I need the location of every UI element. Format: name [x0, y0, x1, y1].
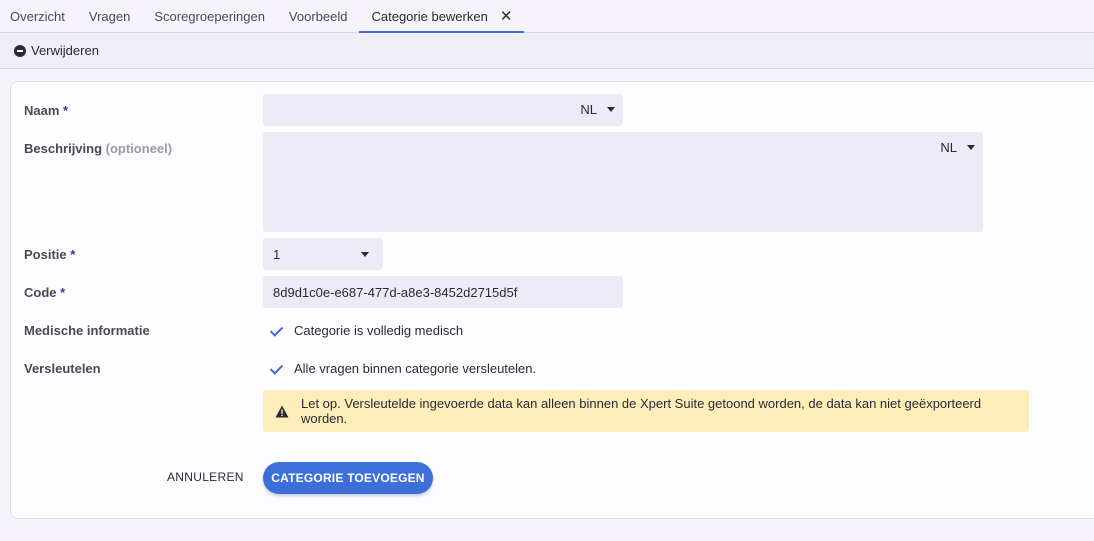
tab-categorie-bewerken[interactable]: Categorie bewerken ✕ [359, 0, 525, 33]
naam-label-text: Naam [24, 103, 60, 118]
encryption-warning: Let op. Versleutelde ingevoerde data kan… [263, 390, 1029, 432]
tab-voorbeeld[interactable]: Voorbeeld [277, 0, 360, 32]
code-label-text: Code [24, 285, 57, 300]
naam-input[interactable]: NL [263, 94, 623, 126]
delete-button[interactable]: Verwijderen [14, 43, 99, 58]
positie-label: Positie * [24, 247, 75, 262]
caret-down-icon [607, 107, 615, 112]
beschrijving-textarea[interactable]: NL [263, 132, 983, 232]
check-icon [271, 364, 285, 374]
medisch-checkbox-label: Categorie is volledig medisch [294, 323, 464, 338]
add-category-button[interactable]: CATEGORIE TOEVOEGEN [263, 462, 433, 494]
delete-label: Verwijderen [31, 43, 99, 58]
medische-informatie-label: Medische informatie [24, 323, 150, 338]
warning-triangle-icon [275, 405, 289, 418]
positie-label-text: Positie [24, 247, 67, 262]
language-value: NL [580, 102, 597, 117]
toolbar: Verwijderen [0, 33, 1094, 69]
required-mark: * [70, 247, 76, 262]
beschrijving-label: Beschrijving (optioneel) [24, 141, 172, 156]
naam-label: Naam * [24, 103, 68, 118]
versleutelen-checkbox-label: Alle vragen binnen categorie versleutele… [294, 361, 537, 376]
code-input[interactable]: 8d9d1c0e-e687-477d-a8e3-8452d2715d5f [263, 276, 623, 308]
code-value: 8d9d1c0e-e687-477d-a8e3-8452d2715d5f [273, 285, 518, 300]
check-icon [271, 326, 285, 336]
cancel-button[interactable]: ANNULEREN [167, 470, 244, 484]
warning-text: Let op. Versleutelde ingevoerde data kan… [301, 396, 982, 426]
tab-overzicht[interactable]: Overzicht [0, 0, 77, 32]
minus-circle-icon [14, 44, 26, 57]
tab-label: Voorbeeld [288, 8, 348, 24]
medisch-checkbox[interactable]: Categorie is volledig medisch [271, 323, 463, 338]
beschrijving-language-select[interactable]: NL [940, 140, 975, 155]
tab-label: Scoregroeperingen [154, 8, 265, 24]
code-label: Code * [24, 285, 65, 300]
versleutelen-label: Versleutelen [24, 361, 101, 376]
beschrijving-label-text: Beschrijving [24, 141, 103, 156]
required-mark: * [63, 103, 69, 118]
tab-label: Categorie bewerken [371, 8, 488, 24]
tab-scoregroeperingen[interactable]: Scoregroeperingen [142, 0, 277, 32]
language-value: NL [940, 140, 957, 155]
required-mark: * [60, 285, 66, 300]
close-icon[interactable]: ✕ [500, 9, 513, 24]
tab-label: Overzicht [10, 8, 65, 24]
caret-down-icon [361, 252, 369, 257]
category-form-card: Naam * NL Beschrijving (optioneel) NL Po… [10, 81, 1094, 519]
optional-hint: (optioneel) [105, 141, 173, 156]
tab-vragen[interactable]: Vragen [77, 0, 142, 32]
versleutelen-checkbox[interactable]: Alle vragen binnen categorie versleutele… [271, 361, 536, 376]
positie-select[interactable]: 1 [263, 238, 383, 270]
caret-down-icon [967, 145, 975, 150]
tab-bar: Overzicht Vragen Scoregroeperingen Voorb… [0, 0, 1094, 33]
naam-language-select[interactable]: NL [580, 102, 615, 117]
tab-label: Vragen [88, 8, 131, 24]
positie-value: 1 [273, 247, 281, 262]
